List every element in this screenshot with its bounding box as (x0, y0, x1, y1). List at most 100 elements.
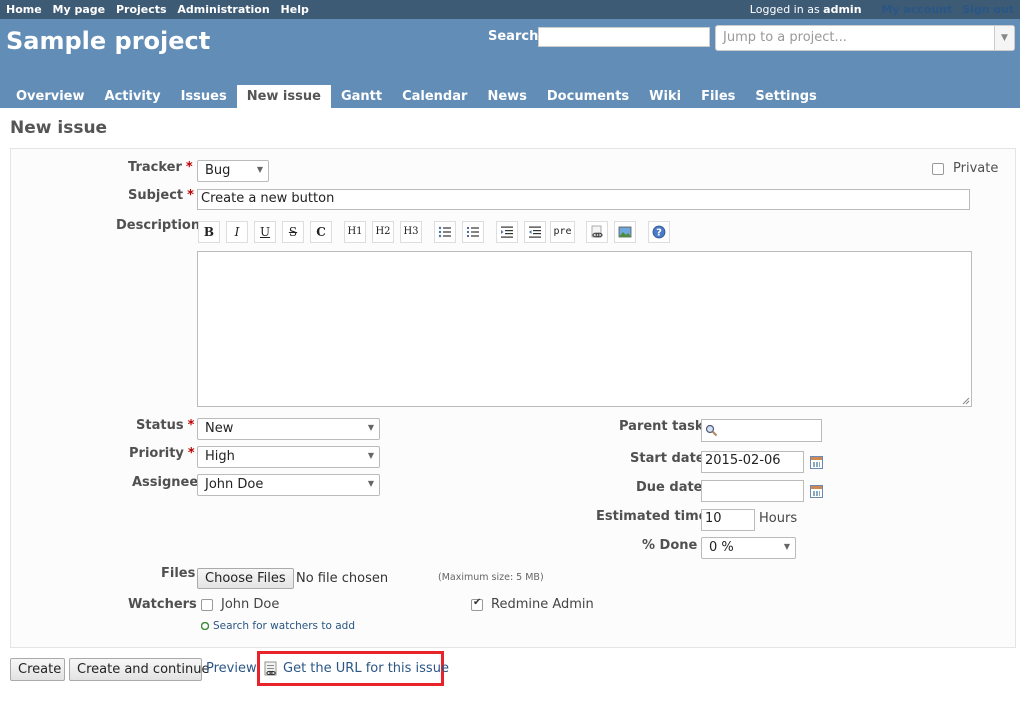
inline-code-button[interactable]: C (310, 221, 332, 243)
logged-in-user[interactable]: admin (823, 3, 861, 16)
jump-placeholder: Jump to a project... (723, 30, 847, 45)
tracker-label-text: Tracker (128, 160, 182, 175)
priority-label-text: Priority (129, 446, 184, 461)
heading1-button[interactable]: H1 (344, 221, 366, 243)
heading2-button[interactable]: H2 (372, 221, 394, 243)
required-marker: * (187, 446, 195, 461)
description-textarea[interactable] (197, 251, 972, 407)
watcher-checkbox-john-doe[interactable] (201, 599, 213, 611)
bullet-list-icon (438, 226, 451, 238)
outdent-icon (529, 226, 541, 238)
strikethrough-button[interactable]: S (282, 221, 304, 243)
help-icon-glyph: ? (656, 228, 662, 239)
jump-to-project-select[interactable]: Jump to a project... ▼ (715, 25, 1015, 51)
tab-gantt[interactable]: Gantt (331, 85, 392, 108)
top-link-projects[interactable]: Projects (116, 3, 167, 16)
priority-select[interactable]: High ▼ (197, 446, 380, 468)
tab-settings[interactable]: Settings (745, 85, 826, 108)
priority-value: High (205, 449, 235, 464)
indent-icon (501, 226, 513, 238)
tracker-select[interactable]: Bug ▼ (197, 160, 269, 182)
get-url-link[interactable]: Get the URL for this issue (283, 661, 449, 676)
help-button[interactable]: ? (648, 221, 670, 243)
top-menu-left: Home My page Projects Administration Hel… (6, 3, 316, 16)
start-date-input[interactable]: 2015-02-06 (701, 451, 804, 473)
assignee-label: Assignee (132, 475, 199, 490)
my-account-link[interactable]: My account (881, 3, 952, 16)
required-marker: * (187, 188, 194, 203)
done-value: 0 % (709, 540, 734, 555)
start-date-label: Start date (630, 451, 705, 466)
top-link-my-page[interactable]: My page (53, 3, 106, 16)
search-watchers-link[interactable]: Search for watchers to add (213, 620, 355, 632)
calendar-icon[interactable] (810, 485, 823, 498)
top-link-help[interactable]: Help (281, 3, 309, 16)
done-select[interactable]: 0 % ▼ (701, 537, 796, 559)
project-title[interactable]: Sample project (6, 27, 210, 55)
chevron-down-icon: ▼ (367, 423, 374, 432)
top-menu: Home My page Projects Administration Hel… (0, 0, 1020, 19)
assignee-value: John Doe (205, 477, 264, 492)
search-icon (705, 424, 718, 437)
files-label: Files (161, 566, 196, 581)
underline-button[interactable]: U (254, 221, 276, 243)
calendar-icon[interactable] (810, 456, 823, 469)
assignee-select[interactable]: John Doe ▼ (197, 474, 380, 496)
logged-in-prefix: Logged in as (749, 3, 820, 16)
tab-new-issue[interactable]: New issue (236, 85, 331, 108)
add-icon (201, 622, 209, 630)
watcher-name: John Doe (221, 597, 280, 612)
bold-button[interactable]: B (198, 221, 220, 243)
create-button[interactable]: Create (10, 658, 65, 681)
subject-label: Subject * (128, 188, 194, 203)
chevron-down-icon: ▼ (256, 165, 263, 174)
tab-calendar[interactable]: Calendar (392, 85, 477, 108)
private-checkbox[interactable] (932, 163, 944, 175)
create-and-continue-button[interactable]: Create and continue (69, 658, 209, 681)
unordered-list-button[interactable] (434, 221, 456, 243)
tab-issues[interactable]: Issues (171, 85, 237, 108)
subject-input[interactable]: Create a new button (197, 189, 970, 210)
due-date-label: Due date (636, 480, 703, 495)
top-link-home[interactable]: Home (6, 3, 42, 16)
tab-wiki[interactable]: Wiki (639, 85, 691, 108)
ordered-list-button[interactable] (462, 221, 484, 243)
tab-documents[interactable]: Documents (537, 85, 639, 108)
italic-button[interactable]: I (226, 221, 248, 243)
help-icon: ? (652, 225, 666, 239)
status-select[interactable]: New ▼ (197, 418, 380, 440)
parent-task-input[interactable] (701, 419, 822, 442)
chevron-down-icon: ▼ (994, 26, 1014, 50)
search-input[interactable] (538, 27, 710, 47)
max-size-text: (Maximum size: 5 MB) (438, 572, 544, 583)
tab-activity[interactable]: Activity (95, 85, 171, 108)
subject-label-text: Subject (128, 188, 184, 203)
image-button[interactable] (614, 221, 636, 243)
search-label: Search: (488, 29, 544, 44)
chevron-down-icon: ▼ (783, 542, 790, 551)
tab-files[interactable]: Files (691, 85, 745, 108)
watcher-checkbox-redmine-admin[interactable] (471, 597, 483, 611)
outdent-button[interactable] (524, 221, 546, 243)
choose-files-button[interactable]: Choose Files (197, 568, 294, 589)
main-menu: Overview Activity Issues New issue Gantt Cale… (6, 85, 827, 108)
resize-handle-icon[interactable] (962, 397, 970, 405)
watcher-name: Redmine Admin (491, 597, 594, 612)
heading3-button[interactable]: H3 (400, 221, 422, 243)
tab-overview[interactable]: Overview (6, 85, 95, 108)
due-date-input[interactable] (701, 480, 804, 502)
required-marker: * (187, 418, 195, 433)
sign-out-link[interactable]: Sign out (962, 3, 1014, 16)
image-icon (618, 226, 632, 238)
status-label-text: Status (136, 418, 184, 433)
top-link-administration[interactable]: Administration (177, 3, 269, 16)
tracker-value: Bug (205, 163, 231, 178)
parent-task-label: Parent task (619, 419, 704, 434)
preformatted-button[interactable]: pre (550, 221, 575, 243)
estimated-time-input[interactable]: 10 (701, 509, 755, 531)
preview-link[interactable]: Preview (206, 661, 257, 676)
link-button[interactable] (586, 221, 608, 243)
done-label: % Done (642, 538, 698, 553)
tab-news[interactable]: News (477, 85, 536, 108)
indent-button[interactable] (496, 221, 518, 243)
